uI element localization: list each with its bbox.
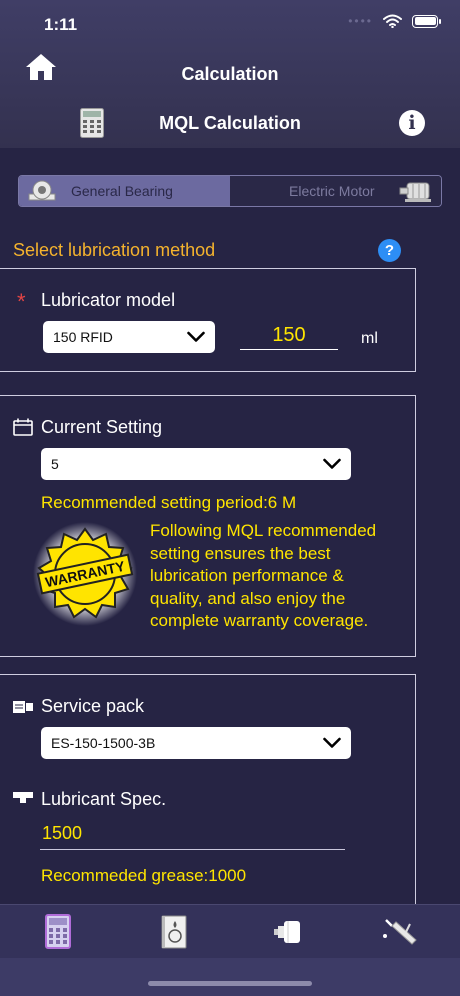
tab-grease-gun-icon[interactable] bbox=[380, 912, 420, 952]
current-setting-select[interactable]: 5 bbox=[41, 448, 351, 480]
home-indicator-area bbox=[0, 958, 460, 996]
segment-electric-motor[interactable]: Electric Motor bbox=[230, 176, 441, 206]
status-indicators: •••• bbox=[348, 14, 441, 28]
segment-label: Electric Motor bbox=[289, 183, 375, 199]
lubricator-card bbox=[0, 268, 416, 372]
volume-unit: ml bbox=[361, 330, 378, 347]
recommended-grease-text: Recommeded grease:1000 bbox=[41, 866, 247, 885]
service-pack-value: ES-150-1500-3B bbox=[51, 735, 156, 751]
recommended-period-text: Recommended setting period:6 M bbox=[41, 493, 297, 512]
page-title: Calculation bbox=[181, 64, 279, 84]
lubricant-spec-label: Lubricant Spec. bbox=[41, 789, 167, 809]
service-pack-select[interactable]: ES-150-1500-3B bbox=[41, 727, 351, 759]
lubricator-model-select[interactable]: 150 RFID bbox=[43, 321, 215, 353]
required-mark: * bbox=[17, 289, 26, 314]
tab-lubricator-icon[interactable] bbox=[268, 912, 308, 952]
segment-general-bearing[interactable]: General Bearing bbox=[19, 176, 230, 206]
tab-calculator-icon[interactable] bbox=[38, 912, 78, 952]
category-segmented-control: General Bearing Electric Motor bbox=[18, 175, 442, 207]
motor-icon bbox=[399, 182, 431, 202]
home-indicator[interactable] bbox=[148, 981, 312, 986]
lubricator-model-label: Lubricator model bbox=[41, 290, 176, 310]
service-pack-label: Service pack bbox=[41, 696, 145, 716]
chevron-down-icon bbox=[187, 331, 205, 342]
lubricator-model-value: 150 RFID bbox=[53, 329, 113, 345]
signal-dots: •••• bbox=[348, 14, 373, 28]
current-setting-value: 5 bbox=[51, 456, 59, 472]
info-icon[interactable]: i bbox=[399, 110, 425, 136]
page-subtitle: MQL Calculation bbox=[159, 113, 301, 133]
segment-label: General Bearing bbox=[71, 183, 173, 199]
volume-input[interactable]: 150 bbox=[240, 324, 338, 350]
section-title: Select lubrication method bbox=[13, 240, 216, 260]
help-icon[interactable]: ? bbox=[378, 239, 401, 262]
chevron-down-icon bbox=[323, 737, 341, 748]
app-header: 1:11 •••• Calculation MQL Calculation i bbox=[0, 0, 460, 148]
chevron-down-icon bbox=[323, 458, 341, 469]
tab-bar bbox=[0, 904, 460, 958]
calendar-icon bbox=[13, 418, 33, 436]
wifi-icon bbox=[383, 14, 402, 28]
lubricant-spec-input[interactable]: 1500 bbox=[40, 823, 345, 850]
warranty-note: Following MQL recommended setting ensure… bbox=[150, 521, 377, 631]
status-time: 1:11 bbox=[44, 15, 78, 34]
service-pack-icon bbox=[13, 701, 33, 713]
lubricant-spec-icon bbox=[13, 792, 33, 803]
bearing-icon bbox=[28, 180, 56, 201]
current-setting-label: Current Setting bbox=[41, 417, 163, 437]
tab-manual-icon[interactable] bbox=[153, 912, 193, 952]
battery-icon bbox=[412, 14, 441, 28]
warranty-badge-icon: WARRANTY bbox=[33, 522, 137, 626]
